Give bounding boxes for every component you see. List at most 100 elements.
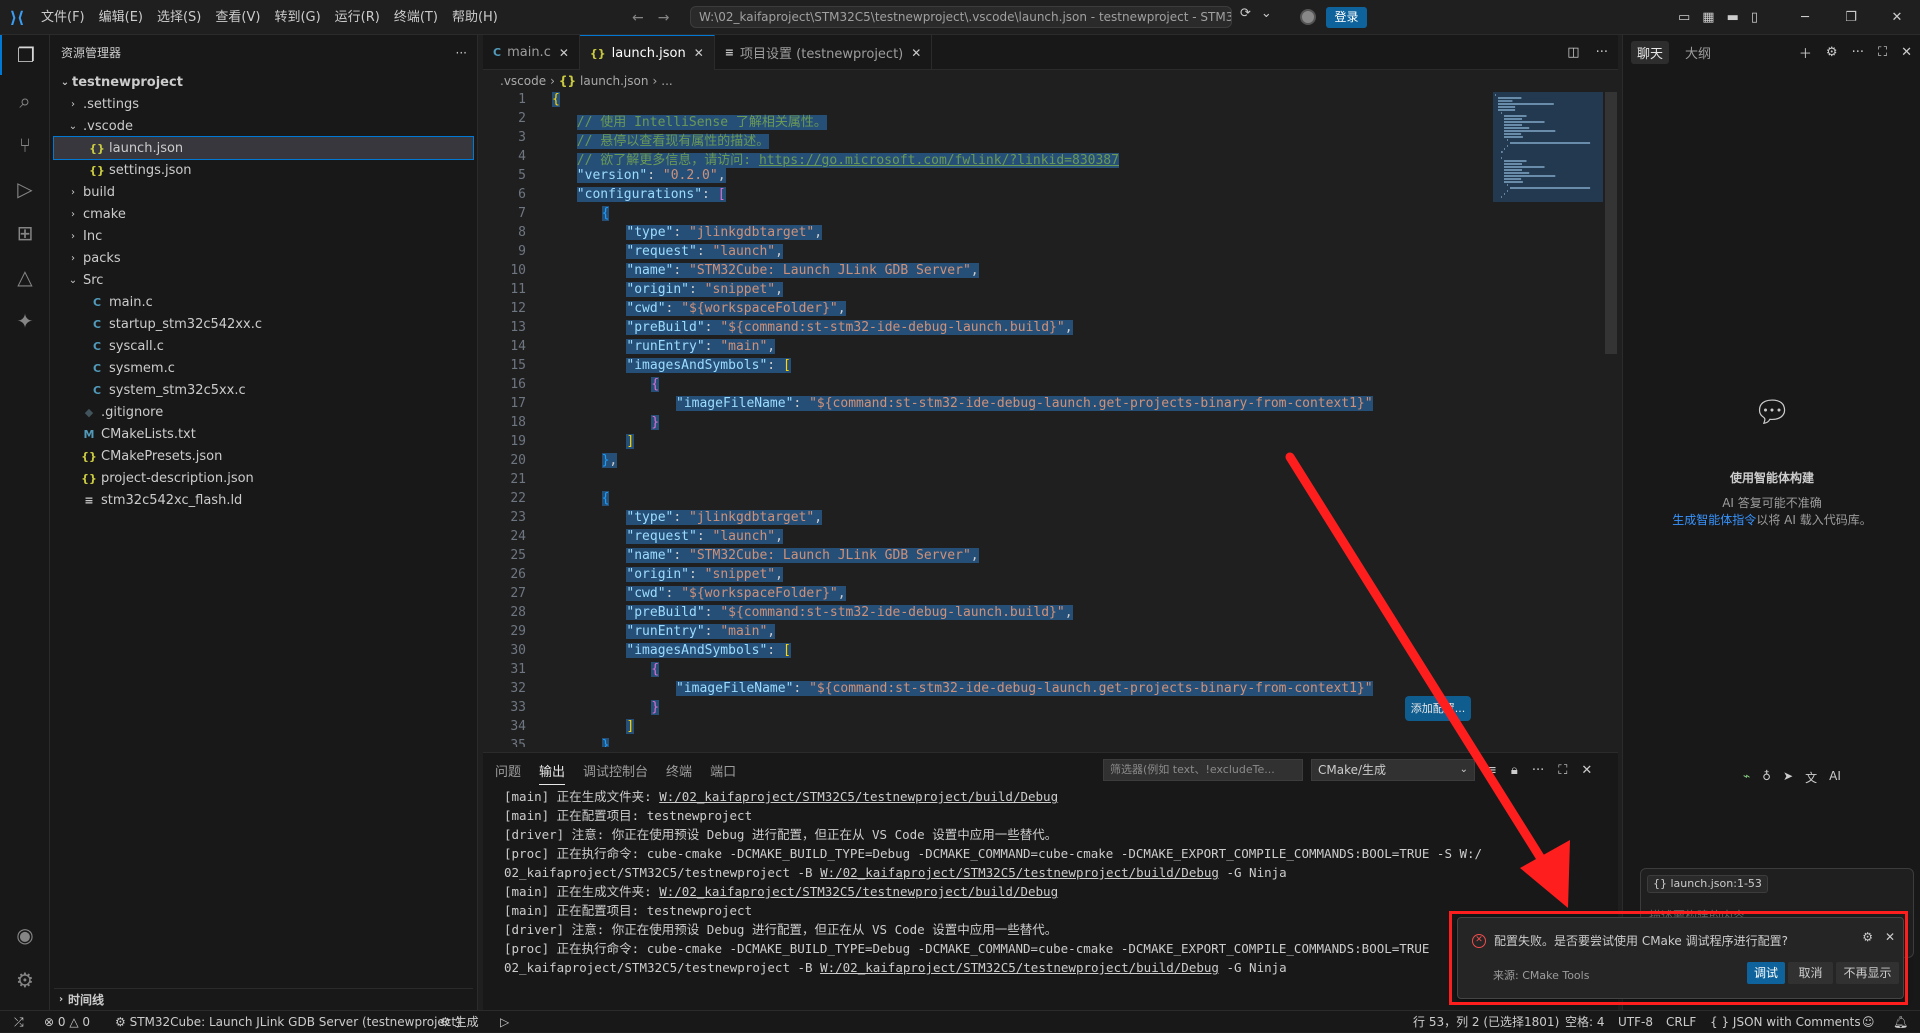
editor-tab[interactable]: Cmain.c ✕	[483, 35, 580, 70]
ai-label[interactable]: AI	[1829, 769, 1841, 787]
cursor-position[interactable]: 行 53，列 2 (已选择1801)	[1413, 1011, 1559, 1033]
split-editor-icon[interactable]: ◫	[1567, 45, 1579, 60]
maximize-panel-icon[interactable]: ⛶	[1558, 763, 1567, 778]
menu-item[interactable]: 终端(T)	[387, 0, 445, 35]
copilot-icon[interactable]	[1300, 9, 1316, 25]
chat-tab[interactable]: 大纲	[1685, 43, 1711, 62]
minimize-icon[interactable]: ─	[1782, 0, 1828, 35]
manage-gear-icon[interactable]: ⚙	[0, 960, 50, 1000]
editor-tab[interactable]: ≡ 项目设置 (testnewproject) ✕	[715, 35, 933, 70]
translate-icon[interactable]: 文	[1805, 769, 1817, 787]
tree-file[interactable]: Csysmem.c	[54, 357, 473, 379]
search-icon[interactable]: ⌕	[0, 81, 50, 121]
language-mode[interactable]: { } JSON with Comments	[1710, 1011, 1861, 1033]
tree-file[interactable]: Csystem_stm32c5xx.c	[54, 379, 473, 401]
tree-file[interactable]: ◆ .gitignore	[54, 401, 473, 423]
back-arrow-icon[interactable]: ←	[632, 10, 644, 26]
send-icon[interactable]: ➤	[1783, 769, 1793, 787]
encoding-status[interactable]: UTF-8	[1618, 1011, 1653, 1033]
restore-icon[interactable]: ❐	[1828, 0, 1874, 35]
context-chip[interactable]: {} launch.json:1-53	[1647, 875, 1768, 893]
menu-item[interactable]: 转到(G)	[267, 0, 327, 35]
tree-folder[interactable]: ⌄ Src	[54, 269, 473, 291]
more-actions-icon[interactable]: ···	[1532, 763, 1544, 778]
tree-file[interactable]: {} launch.json	[53, 136, 474, 160]
menu-item[interactable]: 选择(S)	[150, 0, 208, 35]
run-icon[interactable]: ▷	[500, 1011, 509, 1033]
more-actions-icon[interactable]: ···	[456, 46, 467, 60]
extensions-icon[interactable]: ⊞	[0, 213, 50, 253]
close-icon[interactable]: ✕	[1901, 45, 1912, 60]
breadcrumb-item[interactable]: .vscode	[500, 74, 546, 88]
toggle-panel-icon[interactable]: ▬	[1727, 10, 1739, 25]
tree-folder[interactable]: ⌄ .vscode	[54, 115, 473, 137]
close-panel-icon[interactable]: ✕	[1581, 763, 1592, 778]
stm32-icon[interactable]: ✦	[0, 301, 50, 341]
menu-item[interactable]: 帮助(H)	[445, 0, 505, 35]
new-chat-icon[interactable]: ＋	[1799, 43, 1812, 62]
panel-tab[interactable]: 调试控制台	[583, 761, 648, 780]
problems-status[interactable]: ⊗ 0 △ 0	[44, 1011, 90, 1033]
source-control-icon[interactable]: ⑂	[0, 125, 50, 165]
close-tab-icon[interactable]: ✕	[694, 46, 704, 60]
close-tab-icon[interactable]: ✕	[911, 46, 921, 60]
tree-root[interactable]: ⌄ testnewproject	[54, 71, 473, 93]
chat-tab[interactable]: 聊天	[1631, 40, 1670, 64]
microphone-icon[interactable]: ♁	[1762, 769, 1771, 787]
copilot-status-icon[interactable]: ☺	[1862, 1011, 1875, 1033]
chevron-down-icon[interactable]: ⌄	[1261, 6, 1272, 21]
more-actions-icon[interactable]: ···	[1596, 45, 1608, 60]
timeline-section[interactable]: › 时间线	[54, 988, 473, 1010]
tree-folder[interactable]: › .settings	[54, 93, 473, 115]
tree-file[interactable]: ≡ stm32c542xc_flash.ld	[54, 489, 473, 511]
run-debug-icon[interactable]: ▷	[0, 169, 50, 209]
panel-tab[interactable]: 端口	[710, 761, 736, 780]
lock-scroll-icon[interactable]: 🔒︎	[1511, 763, 1518, 778]
minimap[interactable]	[1493, 92, 1603, 202]
login-button[interactable]: 登录	[1326, 7, 1367, 28]
tree-file[interactable]: Cstartup_stm32c542xx.c	[54, 313, 473, 335]
tree-folder[interactable]: › Inc	[54, 225, 473, 247]
customize-layout-icon[interactable]: ▦	[1702, 10, 1714, 25]
indentation-status[interactable]: 空格: 4	[1565, 1011, 1605, 1033]
account-icon[interactable]: ◉	[0, 915, 50, 955]
notifications-bell-icon[interactable]: 🔔︎	[1893, 1011, 1908, 1033]
tree-folder[interactable]: › build	[54, 181, 473, 203]
tree-folder[interactable]: › cmake	[54, 203, 473, 225]
code-area[interactable]: 1{2// 使用 IntelliSense 了解相关属性。 3// 悬停以查看现有…	[483, 92, 1488, 747]
sync-icon[interactable]: ⟳	[1240, 6, 1251, 21]
output-path-link[interactable]: W:/02_kaifaproject/STM32C5/testnewprojec…	[659, 789, 1058, 804]
launch-config-status[interactable]: ⚙ STM32Cube: Launch JLink GDB Server (te…	[115, 1011, 461, 1033]
menu-item[interactable]: 编辑(E)	[92, 0, 150, 35]
menu-item[interactable]: 运行(R)	[328, 0, 387, 35]
eol-status[interactable]: CRLF	[1666, 1011, 1696, 1033]
output-path-link[interactable]: W:/02_kaifaproject/STM32C5/testnewprojec…	[820, 960, 1219, 975]
close-tab-icon[interactable]: ✕	[559, 46, 569, 60]
output-path-link[interactable]: W:/02_kaifaproject/STM32C5/testnewprojec…	[820, 865, 1219, 880]
more-actions-icon[interactable]: ···	[1852, 45, 1864, 60]
tree-folder[interactable]: › packs	[54, 247, 473, 269]
output-filter-input[interactable]: 筛选器(例如 text、!excludeTe...	[1103, 759, 1303, 781]
breadcrumb-item[interactable]: ...	[661, 74, 672, 88]
tree-file[interactable]: {} CMakePresets.json	[54, 445, 473, 467]
tree-file[interactable]: Csyscall.c	[54, 335, 473, 357]
panel-tab[interactable]: 问题	[495, 761, 521, 780]
chat-settings-icon[interactable]: ⚙	[1826, 45, 1838, 60]
remote-icon[interactable]: ⤮	[14, 1011, 24, 1033]
add-configuration-button[interactable]: 添加配置...	[1405, 696, 1471, 721]
panel-tab[interactable]: 终端	[666, 761, 692, 780]
tree-file[interactable]: {} project-description.json	[54, 467, 473, 489]
tree-file[interactable]: Cmain.c	[54, 291, 473, 313]
editor-scrollbar[interactable]	[1605, 92, 1617, 354]
editor-tab[interactable]: {} launch.json ✕	[579, 35, 715, 70]
toggle-sidebar-icon[interactable]: ▭	[1678, 10, 1690, 25]
menu-item[interactable]: 文件(F)	[34, 0, 92, 35]
explorer-icon[interactable]: ❐	[0, 35, 50, 75]
cmake-icon[interactable]: △	[0, 257, 50, 297]
maximize-icon[interactable]: ⛶	[1878, 45, 1887, 60]
tools-icon[interactable]: ⌁	[1743, 769, 1750, 787]
forward-arrow-icon[interactable]: →	[658, 10, 670, 26]
tree-file[interactable]: M CMakeLists.txt	[54, 423, 473, 445]
menu-item[interactable]: 查看(V)	[208, 0, 267, 35]
clear-output-icon[interactable]: ≡	[1486, 763, 1497, 778]
